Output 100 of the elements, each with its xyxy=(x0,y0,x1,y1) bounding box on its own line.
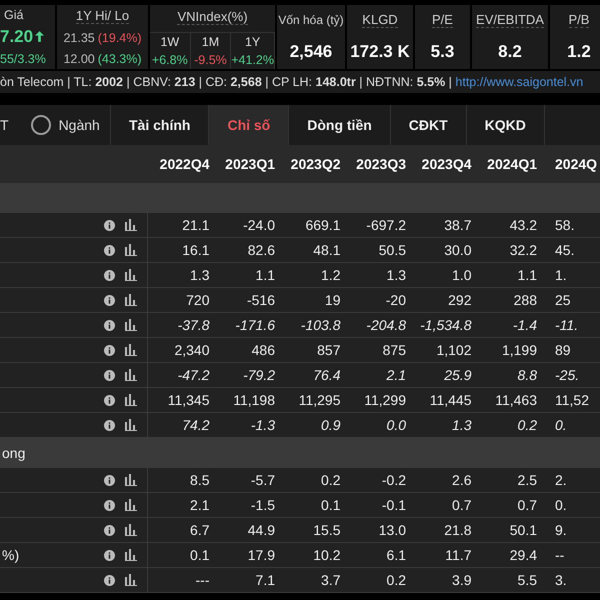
bar-chart-icon[interactable] xyxy=(125,419,137,431)
table-cell: -103.8 xyxy=(300,317,340,333)
tab[interactable]: Chỉ số xyxy=(209,105,290,145)
table-cell: 17.9 xyxy=(248,547,275,563)
metric-label: P/B xyxy=(568,12,590,28)
table-cell: -204.8 xyxy=(366,317,406,333)
metric-label: EV/EBITDA xyxy=(476,12,544,28)
table-cell: 15.5 xyxy=(313,522,340,538)
period-change: +41.2% xyxy=(231,53,274,67)
info-icon[interactable] xyxy=(104,244,115,256)
table-cell: 669.1 xyxy=(305,217,340,233)
table-cell: 2. xyxy=(555,472,567,488)
hilo-value: 12.00 xyxy=(63,52,95,66)
column-header: 2024Q xyxy=(555,156,598,172)
table-cell: 16.1 xyxy=(182,242,210,258)
scope-option[interactable]: T xyxy=(0,117,9,133)
info-icon[interactable] xyxy=(104,524,115,536)
table-cell: -171.6 xyxy=(235,317,275,333)
table-cell: 76.4 xyxy=(313,367,340,383)
table-cell: -1,534.8 xyxy=(420,317,472,333)
column-header: 2023Q3 xyxy=(356,156,406,172)
table-cell: 1.1 xyxy=(256,267,275,283)
info-icon[interactable] xyxy=(104,550,115,560)
column-header: 2024Q1 xyxy=(487,156,537,172)
table-cell: -1.3 xyxy=(250,417,275,433)
section-header: ong xyxy=(0,438,600,468)
table-cell: 21.1 xyxy=(182,217,210,233)
table-cell: 857 xyxy=(317,342,340,358)
bar-chart-icon[interactable] xyxy=(125,524,137,536)
table-cell: -5.7 xyxy=(250,472,275,488)
bar-chart-icon[interactable] xyxy=(125,294,137,306)
price-change: 55/3.3% xyxy=(0,52,46,66)
table-cell: 11.7 xyxy=(445,547,472,563)
bar-chart-icon[interactable] xyxy=(125,574,137,586)
bar-chart-icon[interactable] xyxy=(125,394,137,406)
hilo-value: 21.35 xyxy=(63,30,95,45)
bar-chart-icon[interactable] xyxy=(125,244,137,256)
table-cell: 0.2 xyxy=(321,472,340,488)
table-cell: 82.6 xyxy=(248,242,275,258)
radio-button[interactable] xyxy=(30,115,51,135)
table-cell: 5.5 xyxy=(518,572,537,588)
scope-option[interactable]: Ngành xyxy=(58,117,100,133)
table-cell: -24.0 xyxy=(243,217,275,233)
table-cell: 0.1 xyxy=(321,497,340,513)
bar-chart-icon[interactable] xyxy=(125,319,137,331)
website-link[interactable]: http://www.saigontel.vn xyxy=(455,75,584,89)
table-cell: 2.1 xyxy=(190,497,210,513)
table-cell: -11. xyxy=(555,317,578,333)
metric-label: Vốn hóa (tỷ) xyxy=(278,12,344,26)
table-cell: 292 xyxy=(448,292,472,308)
info-icon[interactable] xyxy=(104,344,115,356)
row-label: %) xyxy=(1,547,20,563)
table-cell: 58. xyxy=(555,217,574,233)
table-cell: -0.2 xyxy=(382,472,406,488)
column-header: 2023Q2 xyxy=(290,156,340,172)
table-cell: -20 xyxy=(386,292,406,308)
info-icon[interactable] xyxy=(104,320,115,330)
table-cell: 0. xyxy=(555,497,567,513)
column-header: 2023Q1 xyxy=(225,156,275,172)
info-icon[interactable] xyxy=(104,500,115,510)
table-cell: -516 xyxy=(246,292,275,308)
info-icon[interactable] xyxy=(104,370,115,380)
table-cell: 8.8 xyxy=(518,367,537,383)
info-icon[interactable] xyxy=(104,220,115,230)
bar-chart-icon[interactable] xyxy=(125,219,137,231)
table-cell: 6.7 xyxy=(190,522,210,538)
table-cell: 720 xyxy=(186,292,210,308)
table-cell: -47.2 xyxy=(178,367,210,383)
info-icon[interactable] xyxy=(104,474,115,486)
table-cell: 25.9 xyxy=(444,367,472,383)
bar-chart-icon[interactable] xyxy=(125,344,137,356)
info-icon[interactable] xyxy=(104,420,115,430)
table-cell: -25. xyxy=(555,367,580,383)
table-cell: 486 xyxy=(252,342,275,358)
table-cell: -0.1 xyxy=(382,497,406,513)
bar-chart-icon[interactable] xyxy=(125,499,137,511)
info-icon[interactable] xyxy=(104,394,115,406)
metric-value: 2,546 xyxy=(290,42,332,62)
bar-chart-icon[interactable] xyxy=(125,474,137,486)
table-cell: 11,295 xyxy=(298,392,340,408)
bar-chart-icon[interactable] xyxy=(125,549,137,561)
table-cell: 1.1 xyxy=(518,267,537,283)
hilo-percent: (19.4%) xyxy=(98,30,142,45)
table-cell: 1. xyxy=(555,267,567,283)
info-icon[interactable] xyxy=(104,294,115,306)
vnindex-label: VNIndex(%) xyxy=(177,9,248,25)
table-cell: 19 xyxy=(324,292,340,308)
table-cell: 25 xyxy=(555,292,571,308)
table-cell: 3. xyxy=(555,572,567,588)
table-cell: 44.9 xyxy=(248,522,275,538)
bar-chart-icon[interactable] xyxy=(125,369,137,381)
company-info: òn Telecom | TL: 2002 | CBNV: 213 | CĐ: 2,568 | CP LH: 148.0tr | NĐTNN: 5.5% | http://www.saigontel.vn xyxy=(0,75,584,89)
info-icon[interactable] xyxy=(104,574,115,586)
info-icon[interactable] xyxy=(104,270,115,280)
table-cell: 11,198 xyxy=(233,392,275,408)
bar-chart-icon[interactable] xyxy=(125,269,137,281)
table-cell: 21.8 xyxy=(444,522,472,538)
table-cell: 2.1 xyxy=(386,367,406,383)
table-cell: 45. xyxy=(555,242,574,258)
table-cell: 11,463 xyxy=(495,392,537,408)
